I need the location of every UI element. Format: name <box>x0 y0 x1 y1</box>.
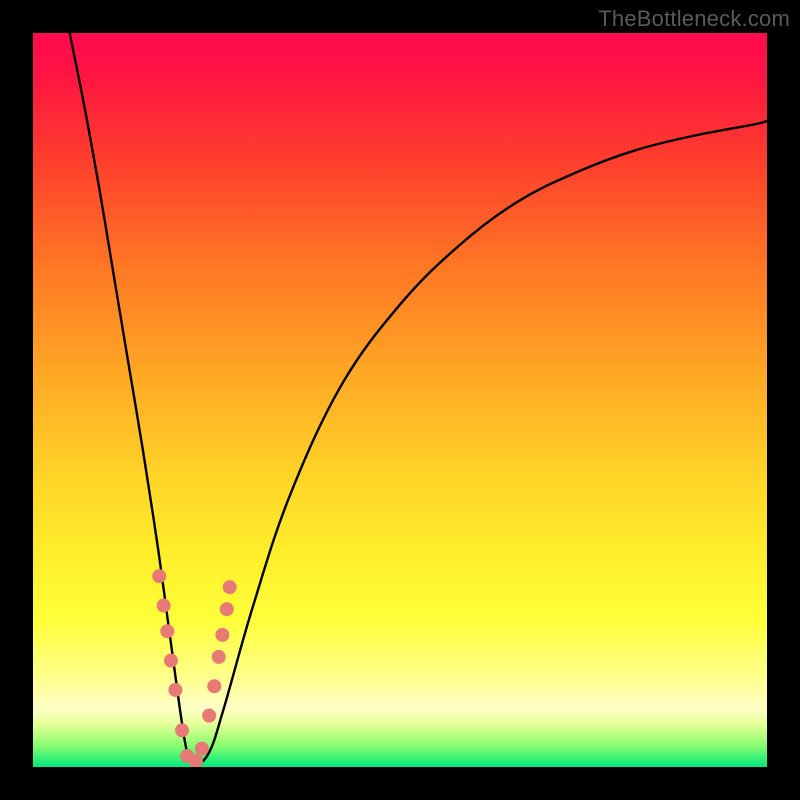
chart-svg <box>33 33 767 767</box>
marker-point <box>212 650 226 664</box>
watermark-text: TheBottleneck.com <box>598 6 790 32</box>
marker-point <box>160 624 174 638</box>
marker-point <box>164 654 178 668</box>
marker-point <box>152 569 166 583</box>
marker-point <box>157 599 171 613</box>
marker-group <box>152 569 236 767</box>
marker-point <box>207 679 221 693</box>
marker-point <box>223 580 237 594</box>
marker-point <box>220 602 234 616</box>
marker-point <box>168 683 182 697</box>
marker-point <box>215 628 229 642</box>
marker-point <box>195 742 209 756</box>
marker-point <box>202 709 216 723</box>
chart-frame: TheBottleneck.com <box>0 0 800 800</box>
marker-point <box>175 723 189 737</box>
plot-area <box>33 33 767 767</box>
